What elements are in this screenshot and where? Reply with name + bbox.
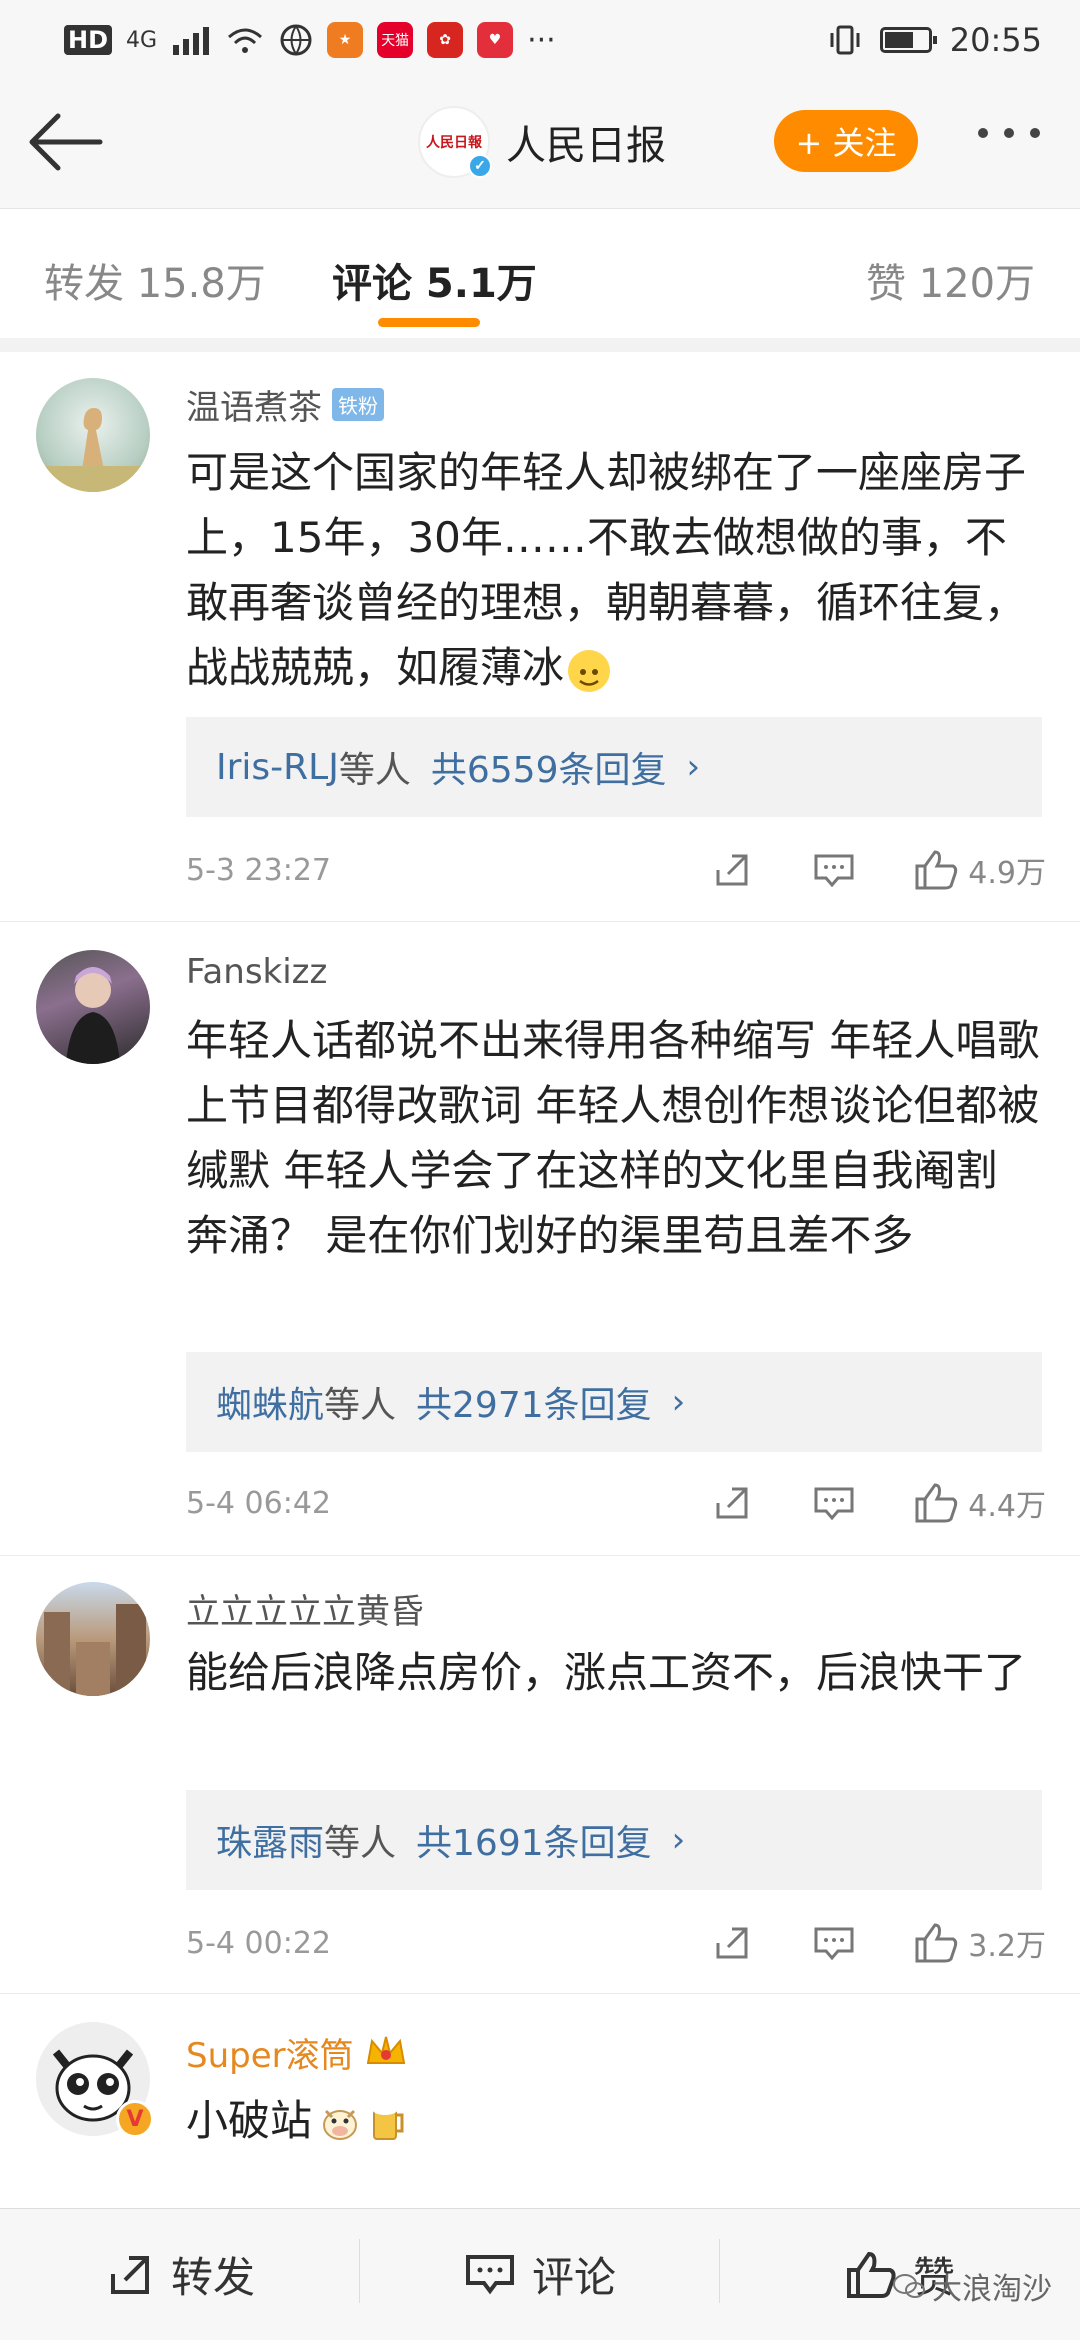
- watermark: 大浪淘沙: [892, 2264, 1052, 2308]
- share-icon[interactable]: [708, 1919, 756, 1967]
- status-bar: HD 4G ★ 天猫 ✿ ♥ ··· 20:55: [0, 0, 1080, 80]
- network-label: 4G: [126, 27, 158, 53]
- signal-icon: [173, 27, 210, 55]
- comment-label: 评论: [531, 2253, 616, 2302]
- comment-item: Fanskizz 年轻人话都说不出来得用各种缩写 年轻人唱歌上节目都得改歌词 年…: [0, 922, 1080, 1556]
- app-icon: ★: [327, 22, 364, 58]
- divider: [0, 338, 1080, 352]
- chevron-right-icon: ›: [671, 1382, 686, 1422]
- account-header[interactable]: 人民日報 ✓ 人民日报: [418, 106, 666, 178]
- avatar[interactable]: [36, 950, 150, 1064]
- reply-mid: 等人: [338, 750, 411, 791]
- fan-badge: 铁粉: [332, 388, 384, 421]
- comment-username[interactable]: Fanskizz: [186, 952, 327, 992]
- verified-icon: ✓: [468, 154, 492, 178]
- comment-time: 5-4 00:22: [186, 1925, 331, 1961]
- vibrate-icon: [830, 25, 860, 55]
- nav-header: 人民日報 ✓ 人民日报: [0, 80, 1080, 208]
- like-count: 3.2万: [968, 1929, 1046, 1964]
- chevron-right-icon: ›: [671, 1820, 686, 1860]
- comment-text: 可是这个国家的年轻人却被绑在了一座座房子上，15年，30年……不敢去做想做的事，…: [186, 440, 1046, 700]
- comment-icon[interactable]: [810, 1919, 858, 1967]
- reply-count: 共6559条回复: [430, 750, 667, 791]
- comment-username[interactable]: 温语煮茶 铁粉: [186, 380, 384, 429]
- replies-box[interactable]: 蜘蛛航 等人 共2971条回复 ›: [186, 1352, 1042, 1452]
- username-text: 温语煮茶: [186, 388, 322, 428]
- repost-icon: [110, 2255, 149, 2294]
- comment-item: 温语煮茶 铁粉 可是这个国家的年轻人却被绑在了一座座房子上，15年，30年……不…: [0, 352, 1080, 922]
- huawei-icon: ✿: [427, 22, 464, 58]
- beer-emoji-icon: [372, 2102, 404, 2140]
- tab-comments[interactable]: 评论 5.1万: [332, 251, 537, 309]
- comment-username[interactable]: 立立立立立黄昏: [186, 1584, 424, 1633]
- smile-emoji-icon: [568, 649, 611, 692]
- username-text: 立立立立立黄昏: [186, 1592, 424, 1632]
- repost-button[interactable]: 转发: [0, 2209, 360, 2340]
- vip-badge-icon: V: [116, 2100, 154, 2138]
- comment-time: 5-3 23:27: [186, 852, 331, 888]
- avatar[interactable]: [36, 1582, 150, 1696]
- reply-count: 共2971条回复: [416, 1385, 652, 1426]
- comment-text: 年轻人话都说不出来得用各种缩写 年轻人唱歌上节目都得改歌词 年轻人想创作想谈论但…: [186, 1016, 1040, 1260]
- like-count: 4.4万: [968, 1489, 1046, 1524]
- wifi-icon: [228, 28, 263, 53]
- back-arrow-icon[interactable]: [28, 110, 104, 174]
- follow-button[interactable]: + 关注: [774, 110, 918, 172]
- comment-icon[interactable]: [810, 1479, 858, 1527]
- tab-bar: 转发 15.8万 评论 5.1万 赞 120万: [0, 208, 1080, 336]
- comment-item: 立立立立立黄昏 能给后浪降点房价，涨点工资不，后浪快干了 珠露雨 等人 共1691条…: [0, 1556, 1080, 1994]
- like-count: 4.9万: [968, 856, 1046, 891]
- tab-likes[interactable]: 赞 120万: [866, 251, 1035, 309]
- like-icon: [846, 2251, 896, 2298]
- comment-meta: 5-4 06:42 4.4万: [186, 1478, 1046, 1528]
- repost-label: 转发: [170, 2253, 255, 2302]
- clock: 20:55: [949, 21, 1042, 59]
- battery-icon: [879, 27, 937, 53]
- like-icon[interactable]: [912, 1919, 960, 1967]
- reply-count: 共1691条回复: [416, 1823, 652, 1864]
- comment-meta: 5-4 00:22 3.2万: [186, 1918, 1046, 1968]
- wechat-icon: [893, 2274, 925, 2298]
- replies-box[interactable]: 珠露雨 等人 共1691条回复 ›: [186, 1790, 1042, 1890]
- account-name: 人民日报: [506, 123, 666, 169]
- account-avatar: 人民日報 ✓: [418, 106, 492, 178]
- comment-button[interactable]: 评论: [360, 2209, 720, 2340]
- comment-time: 5-4 06:42: [186, 1485, 331, 1521]
- comment-body: 小破站: [186, 2096, 313, 2145]
- share-icon[interactable]: [708, 1479, 756, 1527]
- cow-emoji-icon: [323, 2109, 358, 2140]
- comment-username[interactable]: Super滚筒: [186, 2028, 408, 2077]
- watermark-text: 大浪淘沙: [932, 2272, 1052, 2307]
- avatar[interactable]: [36, 378, 150, 492]
- share-icon[interactable]: [708, 846, 756, 894]
- like-icon[interactable]: [912, 1479, 960, 1527]
- reply-users: 蜘蛛航: [216, 1385, 325, 1426]
- reply-users: 珠露雨: [216, 1823, 325, 1864]
- tab-reposts[interactable]: 转发 15.8万: [44, 251, 266, 309]
- tmall-icon: 天猫: [377, 22, 414, 58]
- hd-icon: HD: [64, 25, 113, 55]
- reply-mid: 等人: [324, 1823, 397, 1864]
- more-apps-indicator: ···: [527, 22, 556, 58]
- like-icon[interactable]: [912, 846, 960, 894]
- comment-text: 能给后浪降点房价，涨点工资不，后浪快干了: [186, 1648, 1027, 1697]
- replies-box[interactable]: Iris-RLJ 等人 共6559条回复 ›: [186, 717, 1042, 817]
- comment-icon: [465, 2254, 514, 2294]
- comment-icon[interactable]: [810, 846, 858, 894]
- comment-item: V Super滚筒 小破站: [0, 1994, 1080, 2208]
- avatar[interactable]: V: [36, 2022, 154, 2138]
- chevron-right-icon: ›: [686, 747, 701, 787]
- globe-icon: [280, 24, 312, 56]
- app-icon: ♥: [477, 22, 514, 58]
- reply-mid: 等人: [324, 1385, 397, 1426]
- crown-icon: [366, 2036, 405, 2064]
- more-options-icon[interactable]: [978, 128, 1040, 138]
- reply-users: Iris-RLJ: [216, 746, 339, 788]
- comment-meta: 5-3 23:27 4.9万: [186, 845, 1046, 895]
- comment-text: 小破站: [186, 2088, 1046, 2153]
- username-text: Fanskizz: [186, 952, 328, 992]
- username-text: Super滚筒: [186, 2036, 354, 2076]
- active-tab-indicator: [378, 318, 480, 327]
